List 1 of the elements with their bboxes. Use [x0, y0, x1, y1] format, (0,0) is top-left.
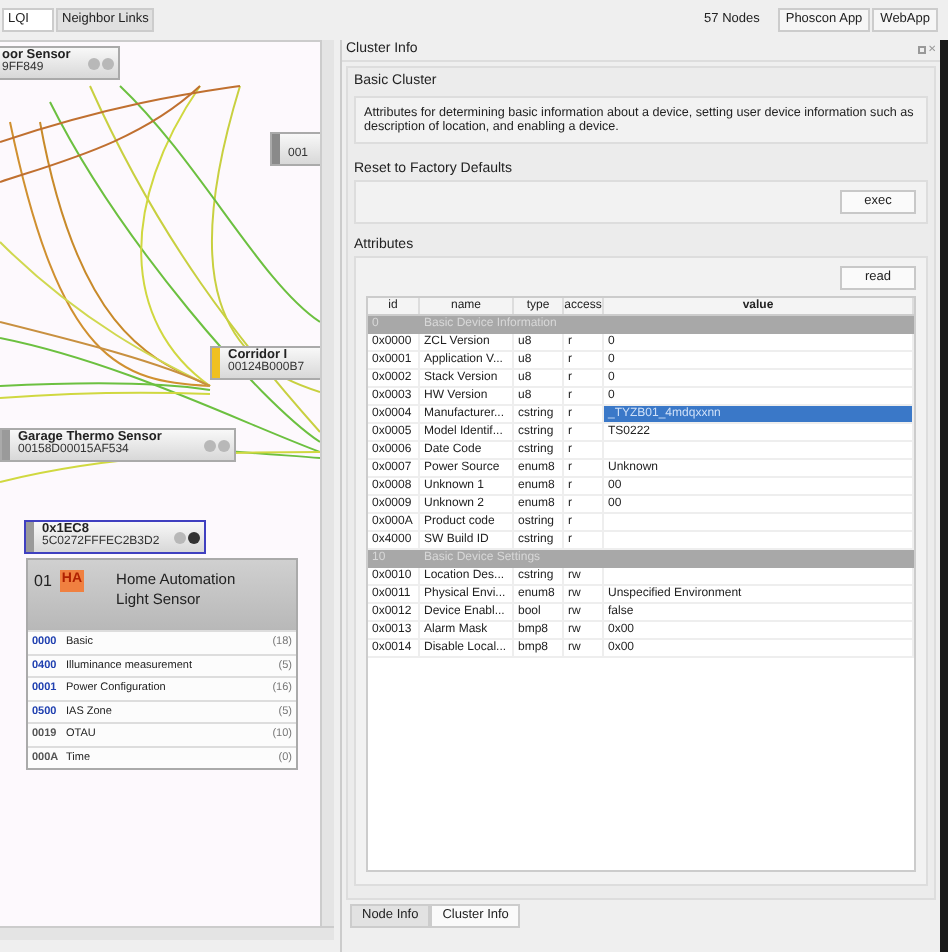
endpoint-number: 01 [34, 570, 52, 594]
